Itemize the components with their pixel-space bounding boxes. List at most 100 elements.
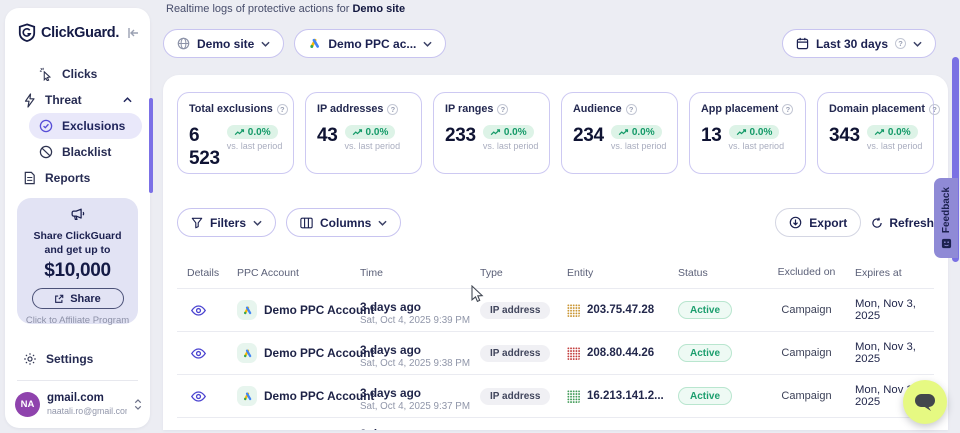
promo-caption[interactable]: Click to Affiliate Program [17,315,138,326]
stat-change: 0.0% [632,127,655,138]
export-download-icon [789,216,802,229]
stat-label: IP ranges [445,103,493,115]
account-filter-dropdown[interactable]: Demo PPC ac... [294,29,446,58]
column-header-status[interactable]: Status [668,267,768,279]
google-ads-icon [308,37,321,50]
site-filter-label: Demo site [197,37,254,51]
collapse-sidebar-icon[interactable] [127,27,140,39]
stat-sub: vs. last period [867,141,923,151]
excluded-on-value: Campaign [768,390,845,402]
promo-amount: $10,000 [17,260,138,282]
date-range-label: Last 30 days [816,37,888,51]
stat-value: 343 [829,125,860,148]
country-flag-icon [567,304,580,317]
time-relative: 3 days ago [360,427,470,430]
stat-change: 0.0% [750,127,773,138]
stat-sub: vs. last period [611,141,667,151]
promo-title: Share ClickGuard and get up to [26,229,130,257]
sidebar-item-clicks[interactable]: Clicks [29,61,142,87]
threat-icon [23,93,36,108]
sidebar-scrollbar[interactable] [149,98,153,193]
column-header-ppc-account[interactable]: PPC Account [227,267,350,279]
filters-button[interactable]: Filters [177,208,276,237]
reports-document-icon [23,171,36,185]
stat-value: 234 [573,125,604,148]
date-range-dropdown[interactable]: Last 30 days [782,29,936,58]
user-menu[interactable]: NA gmail.com naatali.ro@gmail.com [15,392,142,417]
time-absolute: Sat, Oct 4, 2025 9:38 PM [360,358,470,371]
stat-change: 0.0% [504,127,527,138]
info-icon[interactable] [782,104,793,115]
info-icon[interactable] [387,104,398,115]
trend-up-icon [618,129,629,136]
chat-bubble-icon [914,393,936,412]
megaphone-icon [70,207,86,222]
nav-label: Settings [46,352,132,366]
blacklist-ban-icon [39,145,53,159]
export-label: Export [809,216,847,230]
stat-change: 0.0% [248,127,271,138]
info-icon[interactable] [277,104,288,115]
brand-header: ClickGuard. [5,8,150,55]
app-window: ClickGuard. Clicks Threat [0,0,960,433]
exclusions-check-icon [39,119,53,133]
google-ads-icon [237,386,257,406]
stat-value: 13 [701,125,722,148]
columns-icon [300,217,313,229]
column-header-entity[interactable]: Entity [557,267,668,279]
stat-value: 6 523 [189,125,220,171]
main-content: Total exclusions 6 523 0.0% vs. last per… [163,75,948,430]
column-header-type[interactable]: Type [470,267,557,279]
refresh-button[interactable]: Refresh [871,216,934,230]
table-row-partial: 3 days ago [177,417,934,430]
details-eye-icon[interactable] [187,391,206,402]
sidebar-item-exclusions[interactable]: Exclusions [29,113,142,139]
info-icon[interactable] [497,104,508,115]
column-header-expires-at[interactable]: Expires at [845,267,934,279]
chevron-down-icon [913,41,922,47]
stat-change: 0.0% [366,127,389,138]
sidebar-item-threat[interactable]: Threat [13,87,142,113]
columns-label: Columns [320,216,371,230]
exclusions-table: Details PPC Account Time Type Entity Sta… [177,258,934,430]
sidebar-item-reports[interactable]: Reports [13,165,142,191]
site-filter-dropdown[interactable]: Demo site [163,29,284,58]
chat-widget-button[interactable] [903,380,947,424]
sidebar-item-blacklist[interactable]: Blacklist [29,139,142,165]
subtitle-text: Realtime logs of protective actions for [166,3,352,15]
trend-up-icon [352,129,363,136]
export-button[interactable]: Export [775,208,861,237]
table-row: Demo PPC Account 3 days agoSat, Oct 4, 2… [177,374,934,417]
feedback-tab[interactable]: Feedback [934,178,958,258]
stat-card-domain-placement: Domain placement 343 0.0% vs. last perio… [817,92,934,174]
page-subtitle: Realtime logs of protective actions for … [166,3,405,15]
type-badge: IP address [480,302,550,319]
columns-button[interactable]: Columns [286,208,401,237]
stat-card-app-placement: App placement 13 0.0% vs. last period [689,92,806,174]
table-row: Demo PPC Account 3 days agoSat, Oct 4, 2… [177,288,934,331]
share-button[interactable]: Share [32,288,124,309]
chevron-up-icon [123,97,132,103]
nav-label: Blacklist [62,145,132,159]
stat-change: 0.0% [888,127,911,138]
subtitle-site: Demo site [352,3,405,15]
sidebar-item-settings[interactable]: Settings [13,346,142,372]
column-header-time[interactable]: Time [350,267,470,279]
share-button-label: Share [70,293,101,305]
sidebar-nav: Clicks Threat Exclusions [5,55,150,191]
details-eye-icon[interactable] [187,348,206,359]
filters-label: Filters [210,216,246,230]
column-header-excluded-on[interactable]: Excluded on [768,266,845,279]
settings-row: Settings [13,346,142,372]
feedback-label: Feedback [941,187,952,233]
stat-sub: vs. last period [345,141,401,151]
trend-up-icon [874,129,885,136]
info-icon[interactable] [626,104,637,115]
info-icon[interactable] [929,104,940,115]
filter-bar: Demo site Demo PPC ac... Last 30 days [163,29,936,58]
column-header-details[interactable]: Details [177,267,227,279]
nav-label: Clicks [62,67,132,81]
stat-sub: vs. last period [483,141,539,151]
details-eye-icon[interactable] [187,305,206,316]
status-badge: Active [678,301,732,319]
